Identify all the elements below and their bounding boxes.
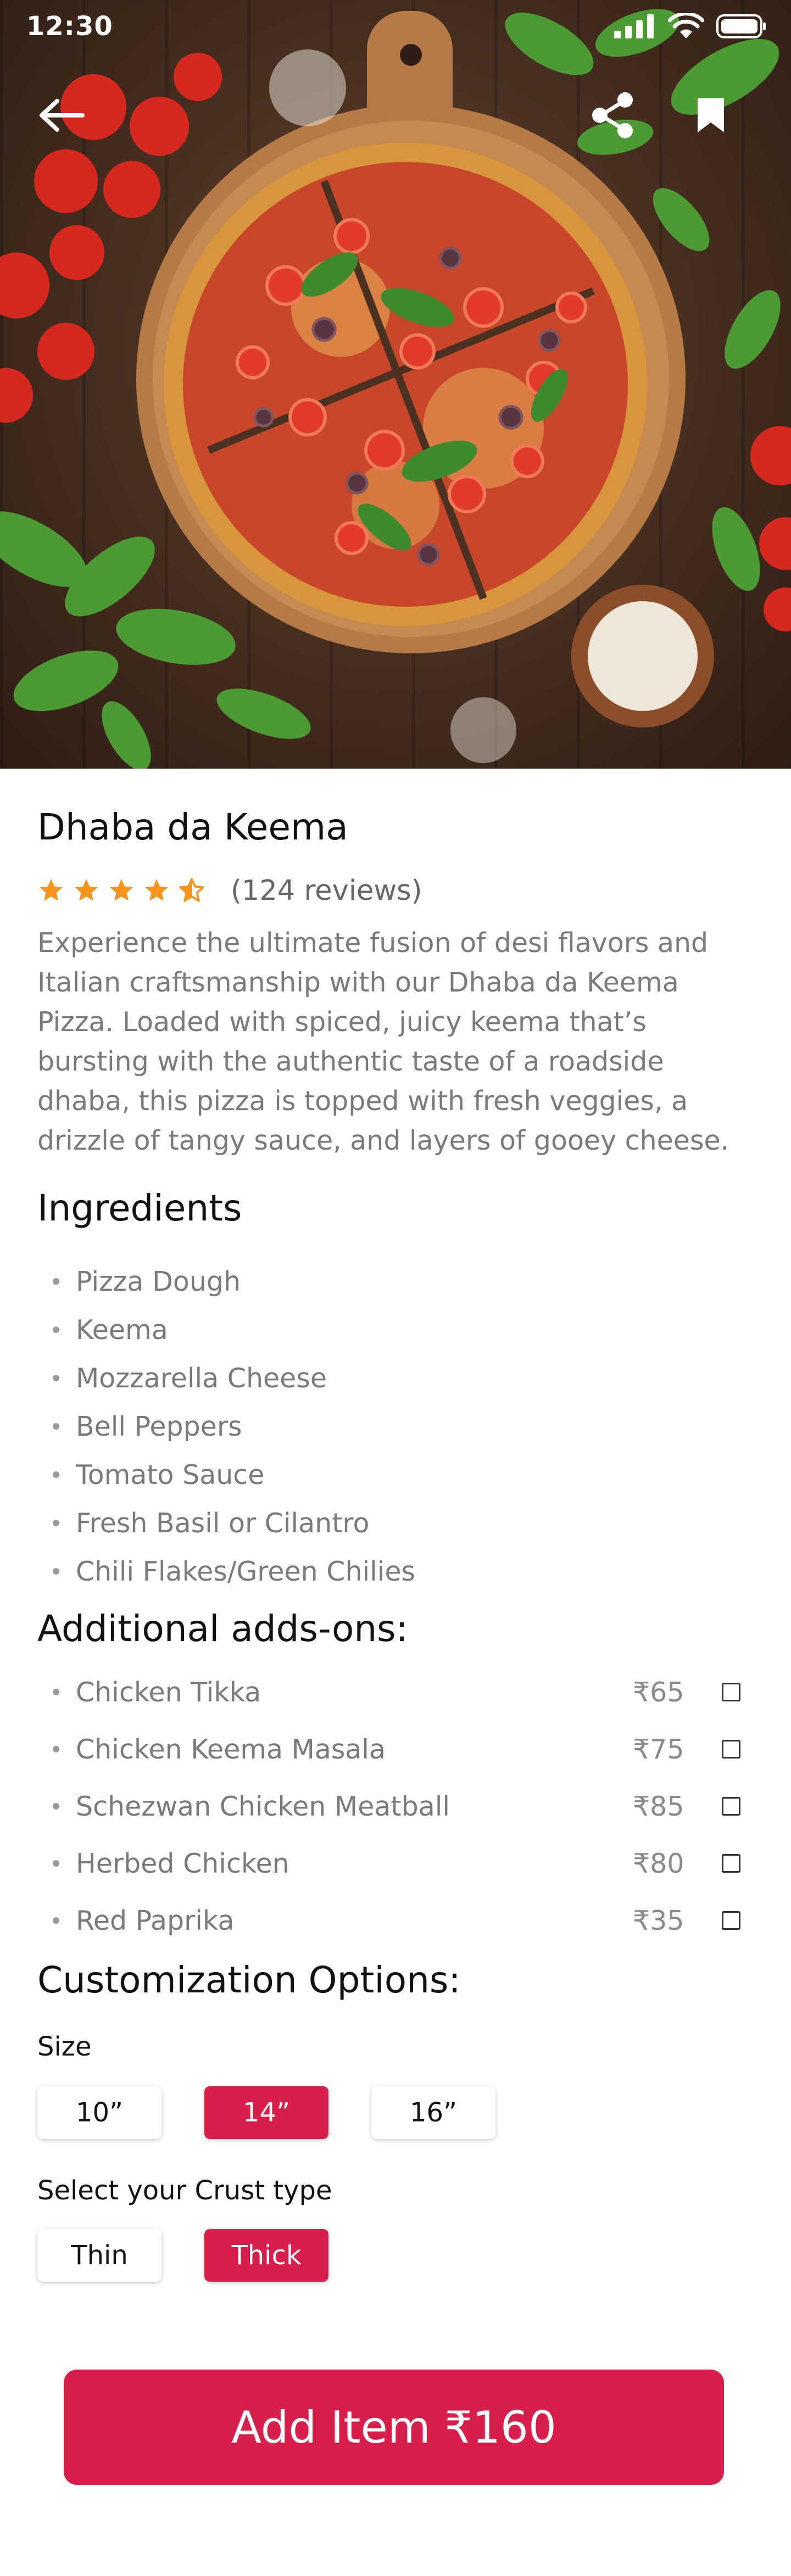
top-actions xyxy=(0,88,791,143)
arrow-left-icon xyxy=(40,99,85,132)
addon-price: ₹85 xyxy=(633,1790,684,1822)
addon-item[interactable]: Red Paprika ₹35 xyxy=(37,1892,754,1949)
back-button[interactable] xyxy=(34,88,89,143)
size-option-14[interactable]: 14” xyxy=(204,2086,328,2139)
pizza-hero-image: 12:30 xyxy=(0,0,791,769)
addon-checkbox[interactable] xyxy=(722,1797,740,1816)
star-full-icon xyxy=(145,879,168,901)
ingredient-item: Tomato Sauce xyxy=(37,1451,754,1499)
product-detail-screen: 12:30 Dhaba da Keema (124 reviews) Exper… xyxy=(0,0,791,2576)
size-option-10[interactable]: 10” xyxy=(37,2086,161,2139)
ingredient-label: Chili Flakes/Green Chilies xyxy=(76,1555,416,1587)
addon-checkbox[interactable] xyxy=(722,1854,740,1873)
ingredient-item: Bell Peppers xyxy=(37,1402,754,1451)
addon-item[interactable]: Chicken Keema Masala ₹75 xyxy=(37,1721,754,1778)
ingredient-item: Mozzarella Cheese xyxy=(37,1354,754,1402)
addon-checkbox[interactable] xyxy=(722,1911,740,1930)
addon-price: ₹80 xyxy=(633,1847,684,1879)
signal-icon xyxy=(614,14,654,38)
addon-price: ₹65 xyxy=(633,1676,684,1708)
addon-item[interactable]: Schezwan Chicken Meatball ₹85 xyxy=(37,1778,754,1835)
crust-option-thick[interactable]: Thick xyxy=(204,2229,328,2282)
star-rating xyxy=(37,877,205,904)
bullet xyxy=(53,1471,59,1478)
rating-row: (124 reviews) xyxy=(37,873,422,908)
bullet xyxy=(53,1803,59,1810)
bullet xyxy=(53,1278,59,1285)
add-item-button[interactable]: Add Item ₹160 xyxy=(64,2370,724,2485)
bullet xyxy=(53,1746,59,1752)
addons-list: Chicken Tikka ₹65 Chicken Keema Masala ₹… xyxy=(37,1664,754,1949)
bullet xyxy=(53,1326,59,1333)
addon-price: ₹35 xyxy=(633,1905,684,1936)
ingredient-item: Chili Flakes/Green Chilies xyxy=(37,1547,754,1595)
addons-title: Additional adds-ons: xyxy=(37,1608,408,1650)
ingredient-label: Mozzarella Cheese xyxy=(76,1362,327,1394)
bookmark-icon xyxy=(698,98,724,132)
bullet xyxy=(53,1917,59,1924)
crust-option-thin[interactable]: Thin xyxy=(37,2229,161,2282)
status-icons xyxy=(614,13,767,40)
bullet xyxy=(53,1689,59,1695)
bullet xyxy=(53,1520,59,1526)
size-option-16[interactable]: 16” xyxy=(371,2086,495,2139)
addon-label: Chicken Keema Masala xyxy=(76,1733,386,1765)
customization-title: Customization Options: xyxy=(37,1959,461,2001)
product-title: Dhaba da Keema xyxy=(37,806,348,848)
star-half-icon xyxy=(179,878,204,902)
ingredient-item: Pizza Dough xyxy=(37,1257,754,1306)
crust-options: Thin Thick xyxy=(37,2229,328,2282)
star-full-icon xyxy=(110,879,133,901)
ingredient-item: Fresh Basil or Cilantro xyxy=(37,1499,754,1547)
size-options: 10” 14” 16” xyxy=(37,2086,495,2139)
ingredient-item: Keema xyxy=(37,1306,754,1354)
share-icon xyxy=(592,92,633,138)
product-description: Experience the ultimate fusion of desi f… xyxy=(37,927,729,1156)
addon-label: Red Paprika xyxy=(76,1905,235,1936)
crust-label: Select your Crust type xyxy=(37,2175,332,2206)
ingredient-label: Keema xyxy=(76,1314,168,1346)
bullet xyxy=(53,1375,59,1381)
wifi-icon xyxy=(668,13,704,38)
addon-checkbox[interactable] xyxy=(722,1740,740,1759)
status-bar: 12:30 xyxy=(0,0,791,53)
addon-price: ₹75 xyxy=(633,1733,684,1765)
ingredient-label: Pizza Dough xyxy=(76,1265,241,1297)
ingredients-list: Pizza Dough Keema Mozzarella Cheese Bell… xyxy=(37,1257,754,1595)
reviews-count[interactable]: (124 reviews) xyxy=(231,875,422,907)
ingredients-title: Ingredients xyxy=(37,1187,242,1229)
star-full-icon xyxy=(75,879,98,901)
size-label: Size xyxy=(37,2031,92,2062)
ingredient-label: Tomato Sauce xyxy=(76,1459,265,1491)
addon-label: Chicken Tikka xyxy=(76,1676,261,1708)
battery-icon xyxy=(716,14,766,38)
addon-item[interactable]: Herbed Chicken ₹80 xyxy=(37,1835,754,1892)
addon-checkbox[interactable] xyxy=(722,1683,740,1701)
bullet xyxy=(53,1568,59,1575)
ingredient-label: Fresh Basil or Cilantro xyxy=(76,1507,370,1539)
share-button[interactable] xyxy=(586,88,640,143)
bookmark-button[interactable] xyxy=(683,88,738,143)
status-time: 12:30 xyxy=(26,11,113,42)
star-full-icon xyxy=(40,879,63,901)
addon-label: Herbed Chicken xyxy=(76,1847,289,1879)
addon-label: Schezwan Chicken Meatball xyxy=(76,1790,450,1822)
addon-item[interactable]: Chicken Tikka ₹65 xyxy=(37,1664,754,1721)
bullet xyxy=(53,1860,59,1867)
bullet xyxy=(53,1423,59,1430)
ingredient-label: Bell Peppers xyxy=(76,1410,242,1442)
